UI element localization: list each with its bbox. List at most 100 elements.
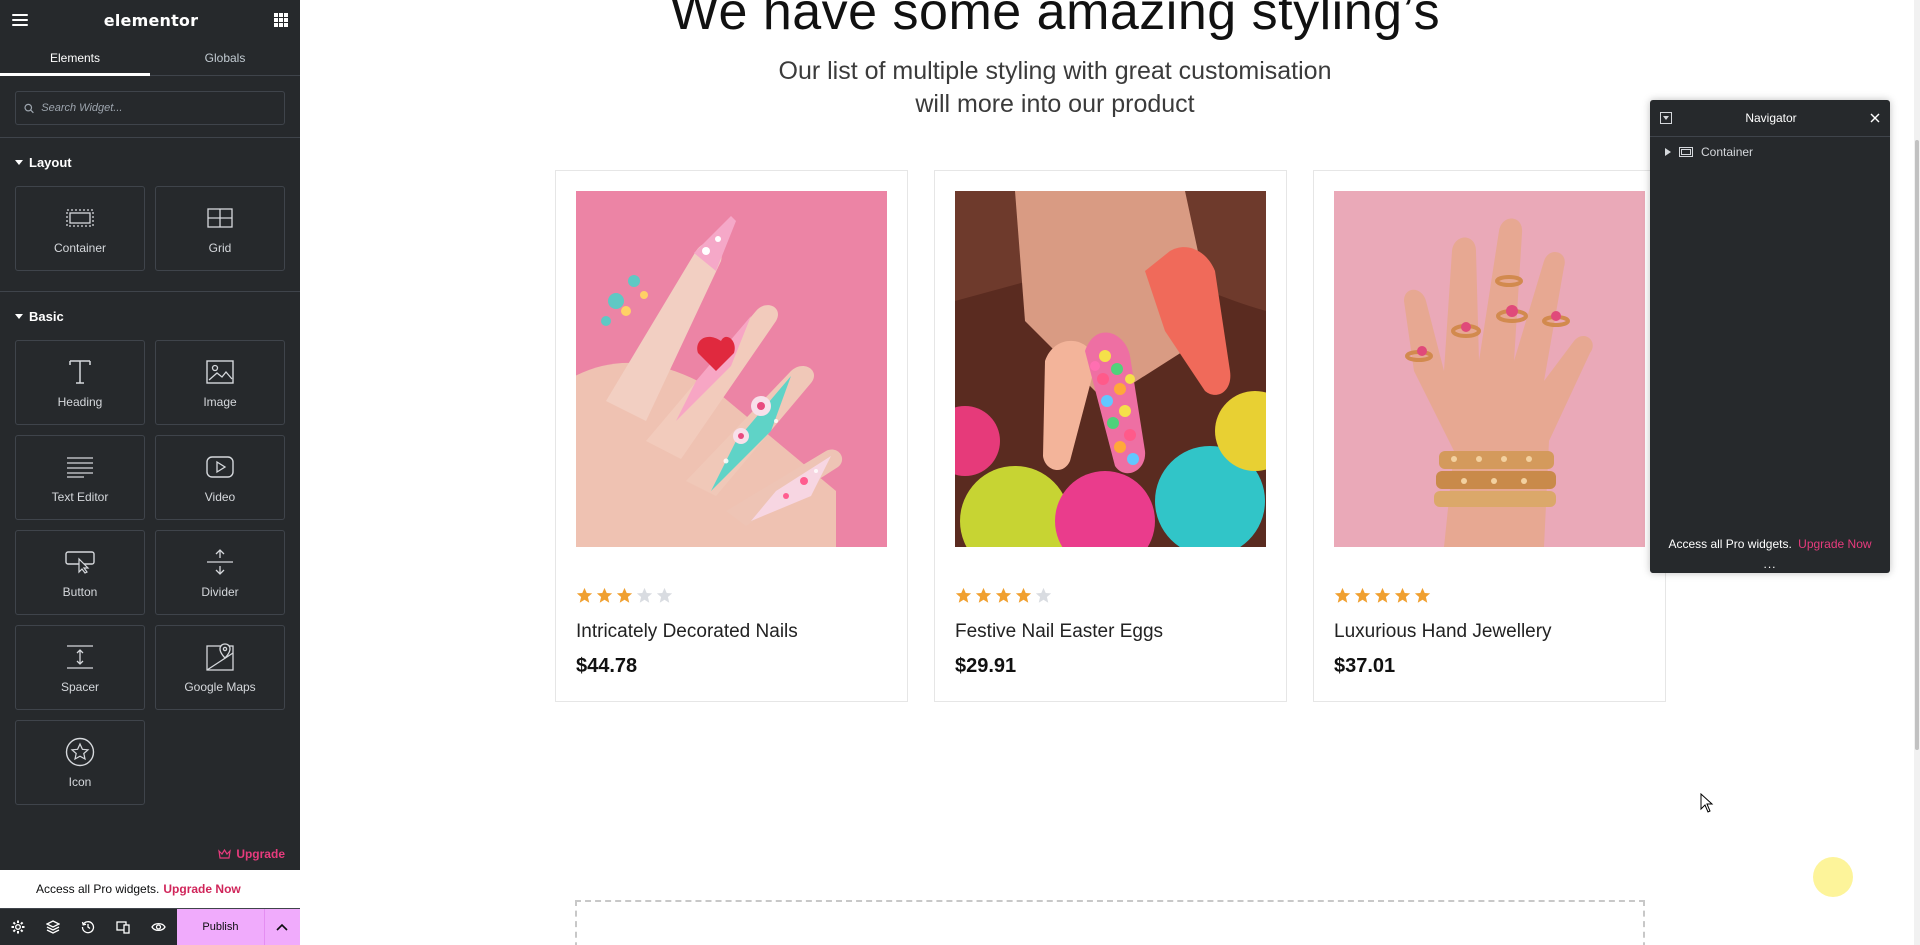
tab-elements[interactable]: Elements [0, 40, 150, 76]
navigator-item-label: Container [1701, 145, 1754, 159]
apps-grid-icon[interactable] [274, 13, 288, 27]
widget-divider[interactable]: Divider [155, 530, 285, 615]
upgrade-now-link[interactable]: Upgrade Now [163, 882, 240, 896]
widget-label: Icon [68, 774, 92, 789]
widget-label: Grid [208, 240, 232, 255]
container-icon [1679, 147, 1693, 157]
product-card[interactable]: Intricately Decorated Nails $44.78 [555, 170, 908, 702]
upgrade-link[interactable]: Upgrade [218, 847, 285, 861]
close-icon[interactable] [1870, 113, 1880, 123]
product-title[interactable]: Luxurious Hand Jewellery [1334, 621, 1552, 643]
divider-icon [205, 547, 235, 577]
history-icon [81, 921, 95, 934]
settings-button[interactable] [0, 909, 35, 945]
basic-widgets: Heading Image Text Editor Video Button D… [0, 340, 300, 805]
subheading-line-2: will more into our product [915, 90, 1195, 118]
menu-icon[interactable] [12, 14, 28, 26]
heading-icon [65, 357, 95, 387]
widget-spacer[interactable]: Spacer [15, 625, 145, 710]
star-filled-icon [975, 587, 992, 603]
star-circle-icon [65, 737, 95, 767]
layout-widgets: Container Grid [0, 186, 300, 271]
product-price: $44.78 [576, 655, 638, 677]
star-filled-icon [955, 587, 972, 603]
widget-label: Divider [201, 584, 239, 599]
responsive-mode-button[interactable] [106, 909, 141, 945]
star-filled-icon [1015, 587, 1032, 603]
navigator-header[interactable]: Navigator [1650, 100, 1890, 137]
star-filled-icon [1394, 587, 1411, 603]
navigator-button[interactable] [35, 909, 70, 945]
widget-icon[interactable]: Icon [15, 720, 145, 805]
widget-label: Google Maps [184, 679, 256, 694]
crown-icon [218, 849, 232, 859]
widget-image[interactable]: Image [155, 340, 285, 425]
collapse-all-icon[interactable] [1660, 112, 1672, 124]
upgrade-label: Upgrade [236, 847, 285, 861]
widget-grid[interactable]: Grid [155, 186, 285, 271]
star-filled-icon [995, 587, 1012, 603]
category-basic[interactable]: Basic [0, 292, 300, 340]
elementor-panel: elementor Elements Globals Layout Contai… [0, 0, 300, 945]
navigator-promo: Access all Pro widgets. Upgrade Now [1650, 537, 1890, 551]
product-title[interactable]: Intricately Decorated Nails [576, 621, 798, 643]
container-icon [65, 203, 95, 233]
navigator-upgrade-now-link[interactable]: Upgrade Now [1798, 537, 1871, 551]
star-empty-icon [1035, 587, 1052, 603]
widget-label: Button [62, 584, 98, 599]
button-icon [65, 547, 95, 577]
mouse-cursor-icon [1700, 793, 1714, 813]
text-editor-icon [65, 452, 95, 482]
product-image-easter-eggs[interactable] [955, 191, 1266, 547]
caret-right-icon[interactable] [1665, 148, 1671, 156]
pro-promo-text: Access all Pro widgets. [36, 882, 160, 896]
navigator-item-container[interactable]: Container [1650, 137, 1890, 167]
image-icon [205, 357, 235, 387]
star-filled-icon [1334, 587, 1351, 603]
tab-globals[interactable]: Globals [150, 40, 300, 75]
widget-heading[interactable]: Heading [15, 340, 145, 425]
rating-stars [576, 587, 673, 604]
widget-video[interactable]: Video [155, 435, 285, 520]
widget-text-editor[interactable]: Text Editor [15, 435, 145, 520]
product-card[interactable]: Luxurious Hand Jewellery $37.01 [1313, 170, 1666, 702]
widget-label: Video [204, 489, 236, 504]
widget-label: Image [203, 394, 237, 409]
product-card[interactable]: Festive Nail Easter Eggs $29.91 [934, 170, 1287, 702]
star-filled-icon [1374, 587, 1391, 603]
widget-container[interactable]: Container [15, 186, 145, 271]
navigator-resize-handle[interactable]: ... [1650, 558, 1890, 570]
section-subheading[interactable]: Our list of multiple styling with great … [300, 55, 1810, 121]
pro-promo-bar: Access all Pro widgets. Upgrade Now [0, 870, 300, 908]
search-box [15, 91, 285, 125]
category-layout[interactable]: Layout [0, 138, 300, 186]
widget-label: Text Editor [51, 489, 109, 504]
product-title[interactable]: Festive Nail Easter Eggs [955, 621, 1163, 643]
widget-google-maps[interactable]: Google Maps [155, 625, 285, 710]
gear-icon [11, 920, 25, 934]
widget-button[interactable]: Button [15, 530, 145, 615]
star-filled-icon [1414, 587, 1431, 603]
product-image-hand-jewellery[interactable] [1334, 191, 1645, 547]
preview-button[interactable] [141, 909, 176, 945]
panel-header: elementor [0, 0, 300, 40]
search-icon [24, 103, 34, 113]
grid-layout-icon [205, 203, 235, 233]
product-price: $37.01 [1334, 655, 1396, 677]
scrollbar-thumb[interactable] [1915, 140, 1919, 750]
devices-icon [116, 921, 130, 934]
cursor-highlight [1813, 857, 1853, 897]
search-section [0, 76, 300, 138]
canvas-scrollbar[interactable] [1914, 0, 1920, 945]
history-button[interactable] [70, 909, 105, 945]
search-widget-input[interactable] [41, 102, 276, 114]
panel-footer: Publish [0, 908, 300, 945]
empty-drop-section[interactable] [575, 900, 1645, 945]
pro-category-row: Upgrade [0, 838, 300, 870]
product-image-decorated-nails[interactable] [576, 191, 887, 547]
section-heading[interactable]: We have some amazing styling’s [300, 0, 1810, 42]
publish-button[interactable]: Publish [177, 908, 264, 945]
chevron-up-icon [276, 923, 288, 931]
publish-options-button[interactable] [263, 908, 300, 945]
star-filled-icon [1354, 587, 1371, 603]
